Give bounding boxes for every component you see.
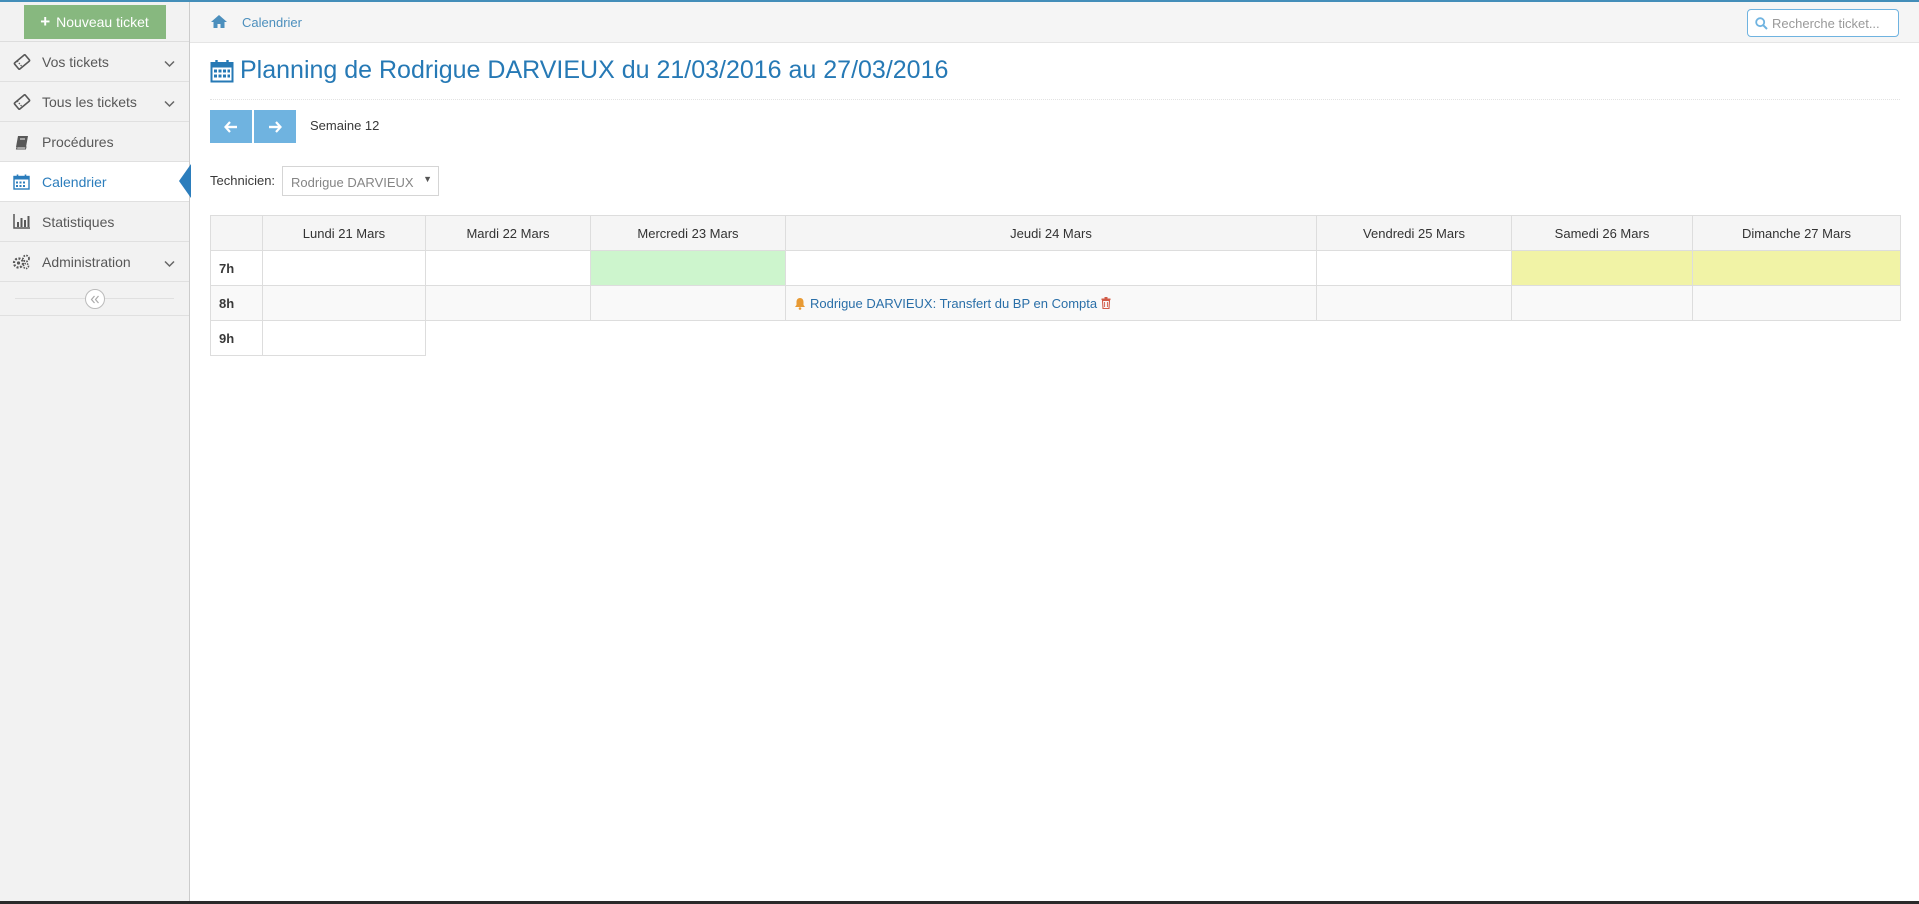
calendar-cell[interactable] [262,320,426,356]
breadcrumb: Calendrier [190,2,1919,43]
calendar-cell[interactable] [1511,285,1693,321]
week-label: Semaine 12 [310,118,380,133]
arrow-left-icon [224,120,237,133]
caret-down-icon: ▼ [423,174,432,184]
day-header: Samedi 26 Mars [1511,215,1693,251]
calendar-event-text: Rodrigue DARVIEUX: Transfert du BP en Co… [810,295,1098,311]
page-title-text: Planning de Rodrigue DARVIEUX du 21/03/2… [240,56,949,84]
calendar-cell-highlighted[interactable] [590,250,786,286]
previous-week-button[interactable] [210,110,252,143]
calendar-cell[interactable] [1692,285,1901,321]
hour-label: 8h [210,285,263,321]
search-input[interactable] [1772,13,1894,33]
sidebar-item-tous-les-tickets[interactable]: Tous les tickets [0,82,189,122]
search-box [1747,9,1899,37]
day-header: Mercredi 23 Mars [590,215,786,251]
book-icon [12,133,31,151]
bar-chart-icon [12,213,31,231]
calendar-row-9h: 9h [210,320,1901,356]
bell-icon [794,297,806,310]
search-icon [1755,17,1768,33]
day-header: Mardi 22 Mars [425,215,591,251]
arrow-right-icon [269,120,282,133]
sidebar-shortcuts: + Nouveau ticket [0,2,189,42]
day-header: Dimanche 27 Mars [1692,215,1901,251]
calendar-cell-highlighted[interactable] [1511,250,1693,286]
calendar-icon [210,59,234,82]
technician-label: Technicien: [210,173,276,188]
breadcrumb-current[interactable]: Calendrier [242,15,302,30]
next-week-button[interactable] [254,110,296,143]
calendar-cell-highlighted[interactable] [1692,250,1901,286]
calendar-cell[interactable] [1316,250,1512,286]
hour-label: 9h [210,320,263,356]
sidebar-item-administration[interactable]: Administration [0,242,189,282]
page-header: Planning de Rodrigue DARVIEUX du 21/03/2… [210,48,1900,100]
trash-icon[interactable] [1101,297,1111,309]
calendar-row-7h: 7h [210,250,1901,286]
new-ticket-label: Nouveau ticket [56,13,149,30]
chevron-down-icon [164,55,175,71]
sidebar: + Nouveau ticket Vos tickets Tous les ti… [0,2,191,901]
chevron-down-icon [164,255,175,271]
calendar-icon [12,173,31,191]
sidebar-item-label: Statistiques [42,213,115,230]
sidebar-item-label: Administration [42,253,131,270]
calendar-cell[interactable] [590,285,786,321]
cogs-icon [12,253,31,271]
ticket-icon [12,53,31,71]
sidebar-item-label: Calendrier [42,173,107,190]
planning-calendar: Lundi 21 Mars Mardi 22 Mars Mercredi 23 … [210,215,1901,356]
day-header: Jeudi 24 Mars [785,215,1317,251]
new-ticket-button[interactable]: + Nouveau ticket [23,4,166,39]
chevron-down-icon [164,95,175,111]
calendar-cell[interactable] [262,250,426,286]
calendar-corner-cell [210,215,263,251]
home-icon[interactable] [210,14,228,32]
sidebar-item-label: Tous les tickets [42,93,137,110]
page-title: Planning de Rodrigue DARVIEUX du 21/03/2… [210,56,948,85]
double-angle-left-icon[interactable] [85,289,105,309]
sidebar-item-procedures[interactable]: Procédures [0,122,189,162]
sidebar-item-label: Procédures [42,133,114,150]
plus-icon: + [40,12,51,31]
calendar-cell[interactable] [262,285,426,321]
technician-select[interactable]: Rodrigue DARVIEUX ▼ [282,166,439,196]
sidebar-collapse [0,282,189,316]
sidebar-item-calendrier[interactable]: Calendrier [0,162,191,202]
hour-label: 7h [210,250,263,286]
day-header: Vendredi 25 Mars [1316,215,1512,251]
sidebar-item-label: Vos tickets [42,53,109,70]
sidebar-item-statistiques[interactable]: Statistiques [0,202,189,242]
calendar-cell[interactable] [1316,285,1512,321]
calendar-event[interactable]: Rodrigue DARVIEUX: Transfert du BP en Co… [786,296,1316,311]
calendar-cell[interactable]: Rodrigue DARVIEUX: Transfert du BP en Co… [785,285,1317,321]
technician-select-value: Rodrigue DARVIEUX [291,175,414,190]
day-header: Lundi 21 Mars [262,215,426,251]
calendar-row-8h: 8h Rodrigue DARVIEUX: Transfert du BP en… [210,285,1901,321]
calendar-cell[interactable] [785,250,1317,286]
calendar-cell[interactable] [425,250,591,286]
calendar-header-row: Lundi 21 Mars Mardi 22 Mars Mercredi 23 … [210,215,1901,251]
calendar-cell[interactable] [425,285,591,321]
sidebar-item-vos-tickets[interactable]: Vos tickets [0,42,189,82]
ticket-icon [12,93,31,111]
